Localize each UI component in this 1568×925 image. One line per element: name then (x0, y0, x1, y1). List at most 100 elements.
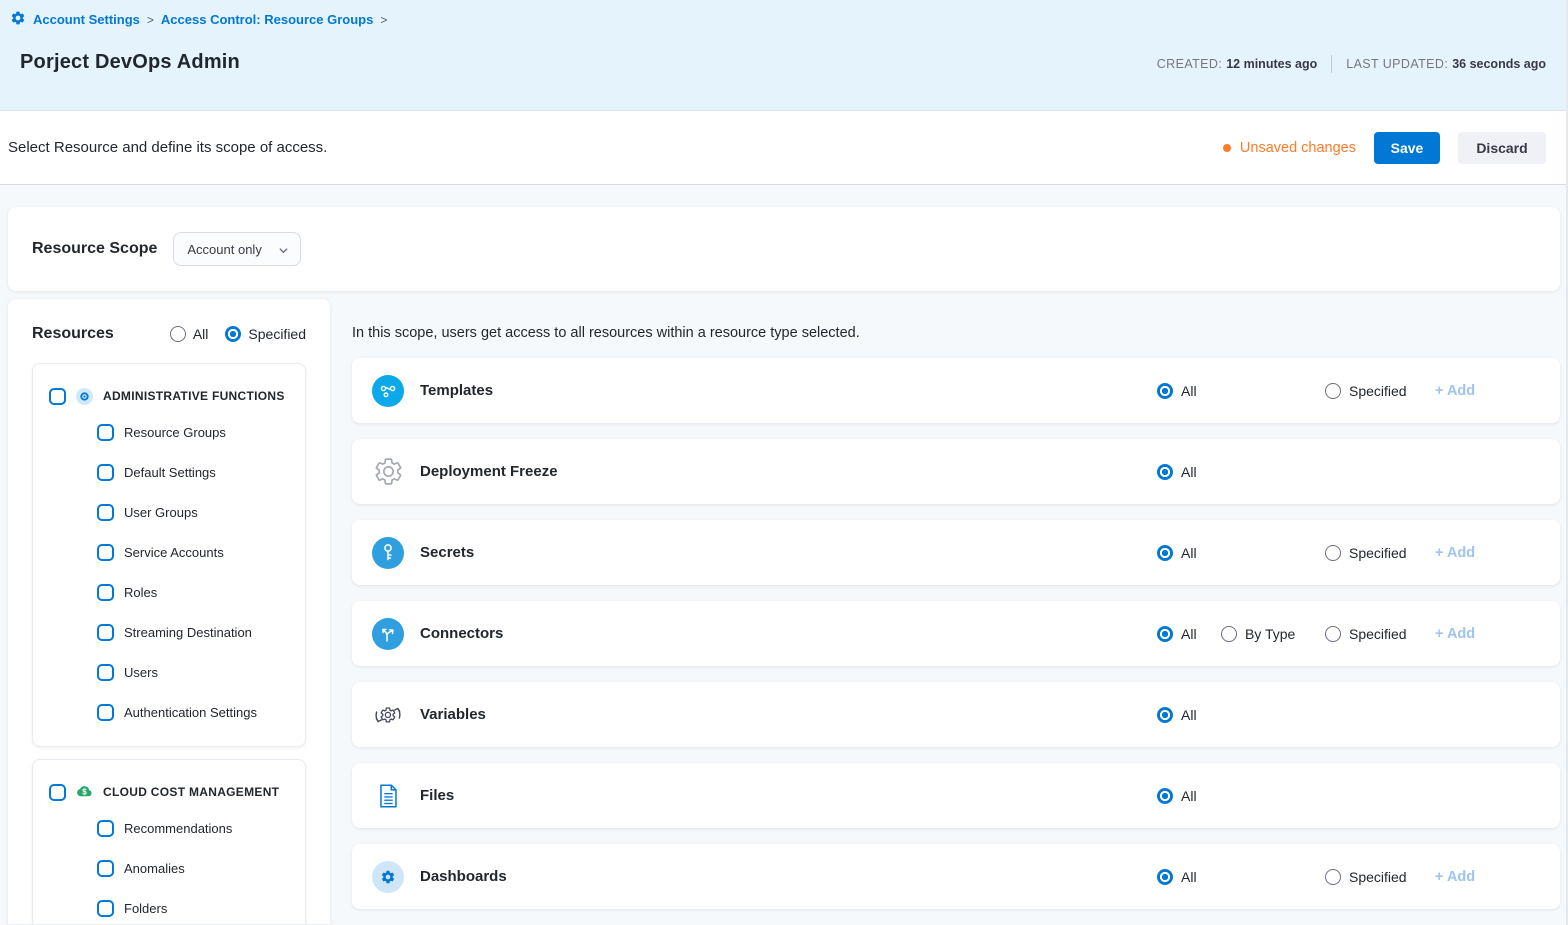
resource-row-connectors: Connectors All By Type Specified + Add (352, 601, 1560, 666)
radio-icon[interactable] (1325, 383, 1341, 399)
unsaved-changes-status: Unsaved changes (1223, 140, 1356, 156)
resource-scope-card: Resource Scope Account only (8, 207, 1560, 291)
resource-scope-dropdown[interactable]: Account only (173, 232, 300, 266)
option-all-dashboards[interactable]: All (1157, 869, 1197, 885)
item-label: Streaming Destination (124, 625, 252, 640)
add-button-dashboards[interactable]: + Add (1435, 869, 1475, 885)
item-label: Resource Groups (124, 425, 226, 440)
option-all-secrets[interactable]: All (1157, 545, 1197, 561)
radio-icon[interactable] (1157, 707, 1173, 723)
item-label: Folders (124, 901, 167, 916)
connectors-icon (372, 618, 404, 650)
item-checkbox[interactable] (97, 664, 114, 681)
templates-icon (372, 375, 404, 407)
resource-item-folders: Folders (97, 888, 291, 924)
radio-icon[interactable] (1157, 869, 1173, 885)
option-all-variables[interactable]: All (1157, 707, 1197, 723)
resource-row-name: Templates (420, 382, 493, 399)
item-checkbox[interactable] (97, 624, 114, 641)
dashboards-icon (372, 861, 404, 893)
option-specified-templates[interactable]: Specified (1325, 383, 1407, 399)
resource-item-recommendations: Recommendations (97, 808, 291, 848)
resources-title: Resources (32, 325, 114, 343)
breadcrumb-link-account-settings[interactable]: Account Settings (33, 12, 140, 27)
radio-icon[interactable] (1325, 545, 1341, 561)
resource-row-templates: Templates All Specified + Add (352, 358, 1560, 423)
resource-item-default-settings: Default Settings (97, 452, 291, 492)
save-button[interactable]: Save (1374, 132, 1440, 164)
resource-row-name: Connectors (420, 625, 503, 642)
breadcrumb-link-access-control[interactable]: Access Control: Resource Groups (161, 12, 373, 27)
radio-icon[interactable] (1221, 626, 1237, 642)
meta-info: CREATED:12 minutes ago LAST UPDATED:36 s… (1157, 55, 1546, 73)
item-label: Service Accounts (124, 545, 224, 560)
secrets-icon (372, 537, 404, 569)
svg-text:$: $ (82, 787, 87, 796)
radio-icon[interactable] (1325, 626, 1341, 642)
option-all-deployment-freeze[interactable]: All (1157, 464, 1197, 480)
cloud-cost-icon: $ (76, 784, 93, 801)
item-checkbox[interactable] (97, 704, 114, 721)
option-specified-dashboards[interactable]: Specified (1325, 869, 1407, 885)
option-specified-secrets[interactable]: Specified (1325, 545, 1407, 561)
option-specified-connectors[interactable]: Specified (1325, 626, 1407, 642)
resource-group-cloud-cost-management: $ CLOUD COST MANAGEMENT Recommendations … (32, 759, 306, 924)
radio-icon[interactable] (1157, 788, 1173, 804)
radio-icon[interactable] (1325, 869, 1341, 885)
group-label: ADMINISTRATIVE FUNCTIONS (103, 389, 285, 403)
resource-row-name: Deployment Freeze (420, 463, 558, 480)
gear-icon (10, 10, 26, 29)
radio-icon[interactable] (1157, 626, 1173, 642)
option-by-type-connectors[interactable]: By Type (1221, 626, 1295, 642)
item-checkbox[interactable] (97, 900, 114, 917)
scope-main-panel: In this scope, users get access to all r… (330, 299, 1560, 924)
resources-radio-all[interactable]: All (170, 326, 209, 342)
item-checkbox[interactable] (97, 544, 114, 561)
item-checkbox[interactable] (97, 820, 114, 837)
item-label: Default Settings (124, 465, 216, 480)
resources-sidebar: Resources All Specified ADMINISTRATIVE F… (8, 299, 330, 924)
resource-row-secrets: Secrets All Specified + Add (352, 520, 1560, 585)
last-updated-value: 36 seconds ago (1452, 57, 1546, 71)
breadcrumb-separator: > (380, 13, 387, 27)
unsaved-dot-icon (1223, 144, 1231, 152)
group-checkbox[interactable] (49, 388, 66, 405)
resources-radio-specified[interactable]: Specified (225, 326, 306, 342)
item-checkbox[interactable] (97, 504, 114, 521)
discard-button[interactable]: Discard (1458, 132, 1546, 164)
radio-icon[interactable] (170, 326, 186, 342)
resource-item-users: Users (97, 652, 291, 692)
add-button-secrets[interactable]: + Add (1435, 545, 1475, 561)
resource-item-roles: Roles (97, 572, 291, 612)
add-button-connectors[interactable]: + Add (1435, 626, 1475, 642)
resource-row-dashboards: Dashboards All Specified + Add (352, 844, 1560, 909)
resource-group-administrative-functions: ADMINISTRATIVE FUNCTIONS Resource Groups… (32, 363, 306, 747)
add-button-templates[interactable]: + Add (1435, 383, 1475, 399)
item-label: User Groups (124, 505, 198, 520)
item-checkbox[interactable] (97, 464, 114, 481)
group-label: CLOUD COST MANAGEMENT (103, 785, 279, 799)
deployment-freeze-icon (372, 456, 404, 488)
item-checkbox[interactable] (97, 424, 114, 441)
resource-row-files: Files All (352, 763, 1560, 828)
option-all-connectors[interactable]: All (1157, 626, 1197, 642)
toolbar-description: Select Resource and define its scope of … (8, 139, 327, 156)
radio-icon[interactable] (225, 326, 241, 342)
option-all-templates[interactable]: All (1157, 383, 1197, 399)
item-checkbox[interactable] (97, 584, 114, 601)
radio-icon[interactable] (1157, 464, 1173, 480)
option-all-files[interactable]: All (1157, 788, 1197, 804)
resource-row-name: Dashboards (420, 868, 507, 885)
meta-divider (1331, 55, 1332, 73)
item-label: Users (124, 665, 158, 680)
chevron-down-icon (278, 244, 288, 254)
group-checkbox[interactable] (49, 784, 66, 801)
created-label: CREATED: (1157, 57, 1222, 71)
item-label: Recommendations (124, 821, 232, 836)
last-updated-label: LAST UPDATED: (1346, 57, 1448, 71)
resource-row-name: Secrets (420, 544, 474, 561)
resource-item-authentication-settings: Authentication Settings (97, 692, 291, 732)
radio-icon[interactable] (1157, 383, 1173, 399)
radio-icon[interactable] (1157, 545, 1173, 561)
item-checkbox[interactable] (97, 860, 114, 877)
